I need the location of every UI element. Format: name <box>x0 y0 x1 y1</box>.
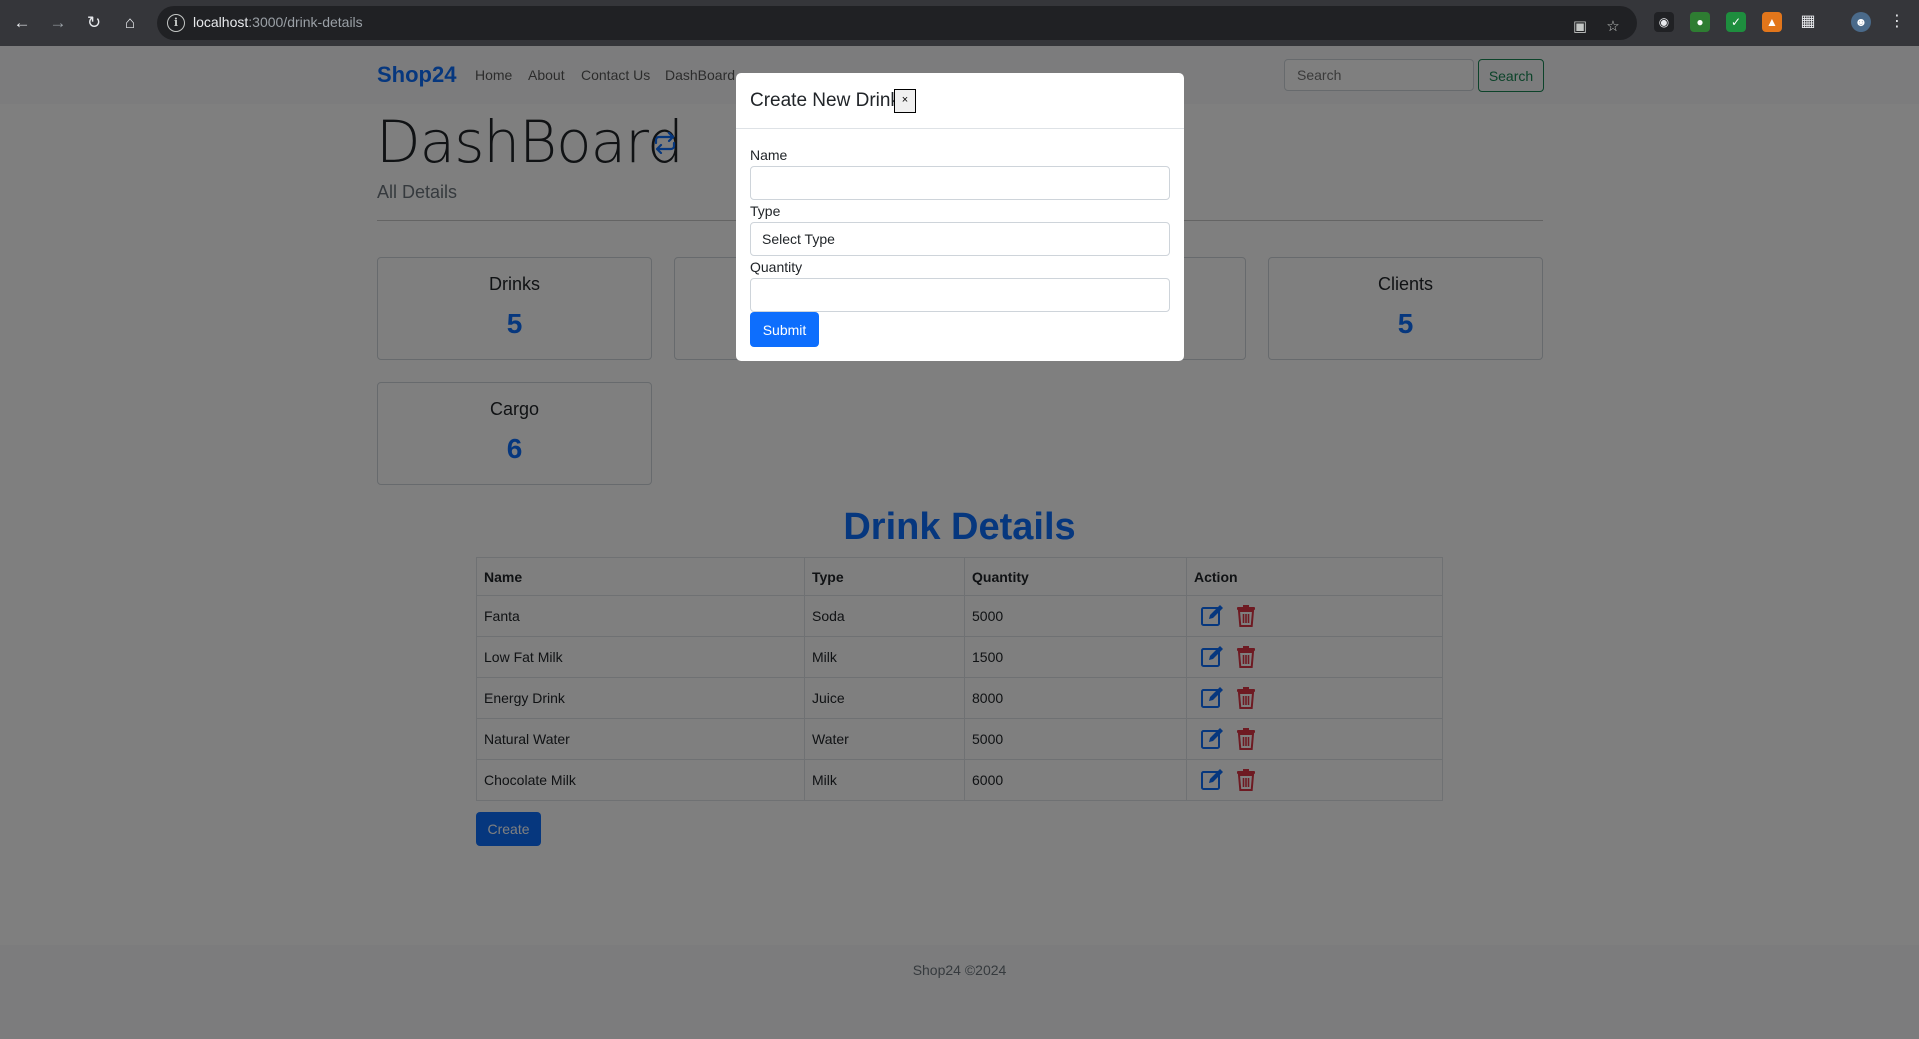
reload-icon[interactable]: ↻ <box>82 11 106 35</box>
submit-button[interactable]: Submit <box>750 312 819 347</box>
close-button[interactable]: × <box>894 89 916 113</box>
extension-globe-icon[interactable]: ● <box>1690 12 1710 32</box>
modal-title: Create New Drink <box>750 90 900 111</box>
install-app-icon[interactable]: ▣ <box>1570 17 1590 37</box>
extension-fox-icon[interactable]: ▲ <box>1762 12 1782 32</box>
address-bar[interactable]: i localhost:3000/drink-details ▣ ☆ <box>157 6 1637 40</box>
url-path: :3000/drink-details <box>248 14 363 30</box>
back-icon[interactable]: ← <box>10 11 34 35</box>
url-host: localhost <box>193 14 249 30</box>
browser-menu-icon[interactable]: ⋮ <box>1887 12 1907 32</box>
create-drink-modal: Create New Drink × Name Type Select Type… <box>736 73 1184 361</box>
type-label: Type <box>750 203 781 219</box>
name-field[interactable] <box>750 166 1170 200</box>
extension-glasses-icon[interactable]: ◉ <box>1654 12 1674 32</box>
profile-avatar-icon[interactable]: ☻ <box>1851 12 1871 32</box>
extension-shield-icon[interactable]: ✓ <box>1726 12 1746 32</box>
url-text: localhost:3000/drink-details <box>193 14 363 30</box>
site-info-icon[interactable]: i <box>167 14 185 32</box>
modal-header: Create New Drink × <box>736 73 1184 129</box>
extensions-puzzle-icon[interactable]: ▦ <box>1798 12 1818 32</box>
forward-icon[interactable]: → <box>46 11 70 35</box>
quantity-label: Quantity <box>750 259 803 275</box>
bookmark-star-icon[interactable]: ☆ <box>1603 17 1623 37</box>
type-select[interactable]: Select Type <box>750 222 1170 256</box>
browser-toolbar: ← → ↻ ⌂ i localhost:3000/drink-details ▣… <box>0 0 1919 46</box>
home-icon[interactable]: ⌂ <box>118 11 142 35</box>
quantity-field[interactable] <box>750 278 1170 312</box>
name-label: Name <box>750 147 788 163</box>
